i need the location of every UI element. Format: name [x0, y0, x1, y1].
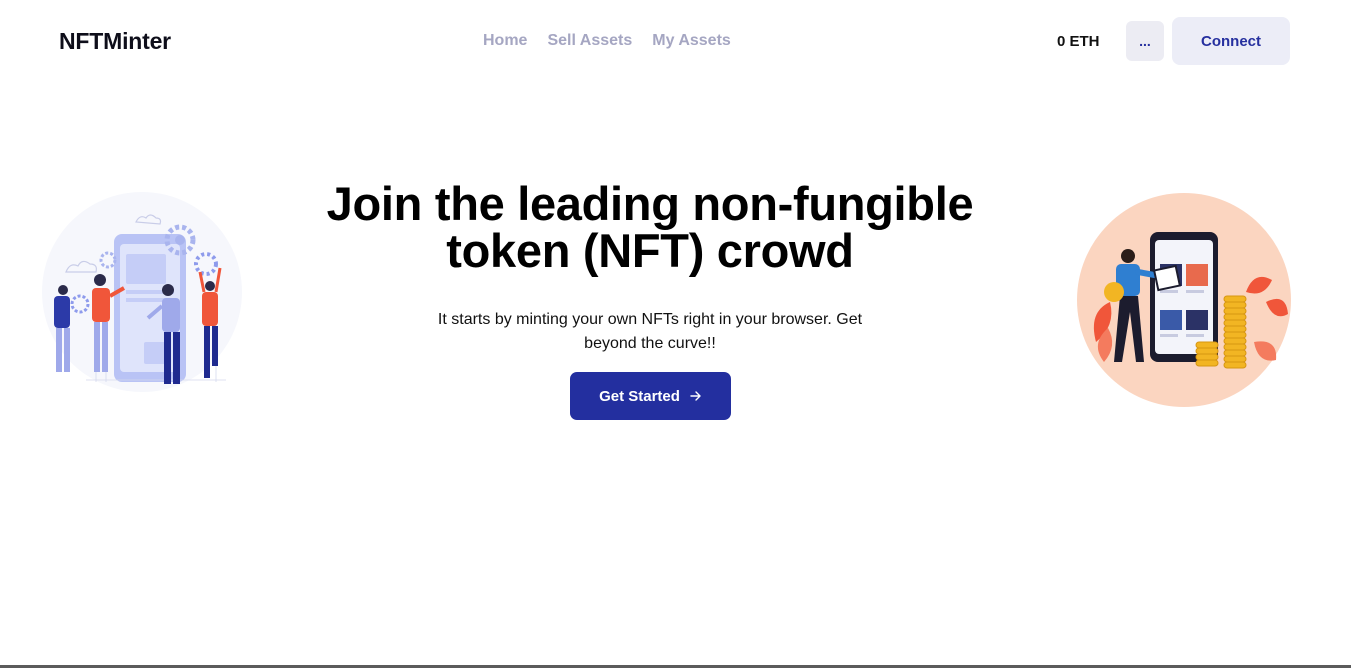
- eth-balance: 0 ETH: [1057, 33, 1100, 50]
- team-building-app-illustration: [36, 192, 248, 397]
- nav-link-home[interactable]: Home: [483, 32, 527, 50]
- arrow-right-icon: [690, 391, 701, 401]
- get-started-button[interactable]: Get Started: [570, 372, 731, 420]
- top-navbar: NFTMinter Home Sell Assets My Assets 0 E…: [0, 0, 1351, 82]
- main-nav: Home Sell Assets My Assets: [483, 32, 731, 50]
- get-started-label: Get Started: [599, 387, 680, 405]
- nft-marketplace-phone-coins-illustration: [1076, 192, 1292, 408]
- hero-subtitle: It starts by minting your own NFTs right…: [437, 311, 863, 352]
- hero-title: Join the leading non-fungible token (NFT…: [326, 177, 974, 277]
- brand-logo-text[interactable]: NFTMinter: [59, 28, 171, 55]
- nav-link-sell-assets[interactable]: Sell Assets: [547, 32, 632, 50]
- more-options-button[interactable]: ...: [1126, 21, 1164, 61]
- connect-wallet-button[interactable]: Connect: [1172, 17, 1290, 65]
- nav-link-my-assets[interactable]: My Assets: [652, 32, 731, 50]
